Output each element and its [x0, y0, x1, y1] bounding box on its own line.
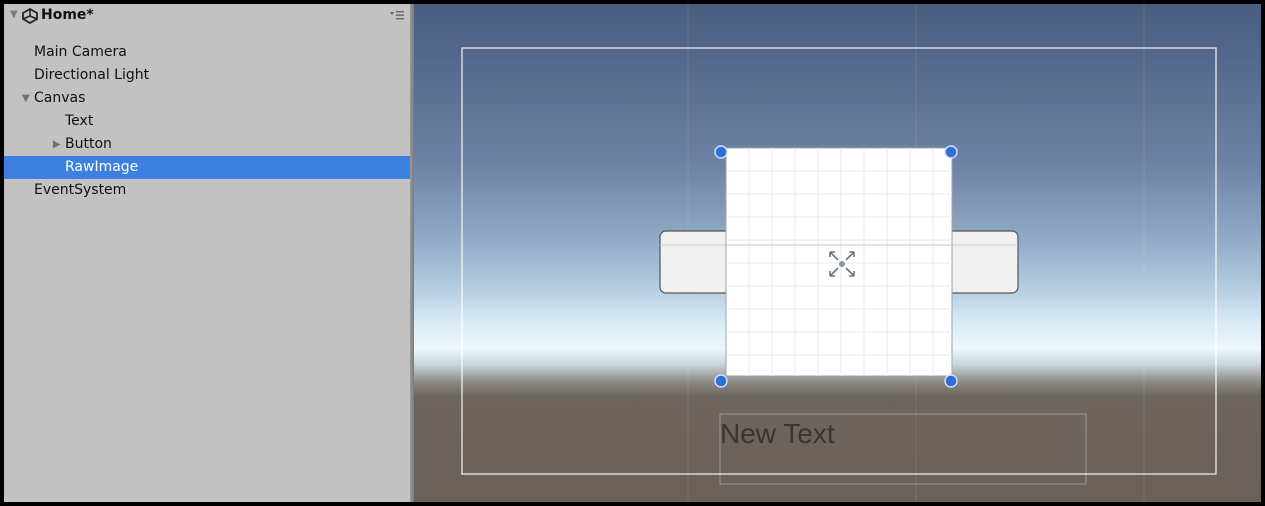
unity-scene-icon — [22, 7, 38, 25]
hierarchy-item-rawimage[interactable]: RawImage — [4, 156, 410, 179]
scene-canvas — [461, 4, 1217, 502]
handle-top-right — [944, 145, 958, 159]
expanded-arrow-icon[interactable]: ▼ — [22, 87, 30, 110]
hierarchy-panel: ▼ Home* Main Camera Directional Light ▼ … — [4, 4, 410, 502]
collapsed-arrow-icon[interactable]: ▶ — [53, 133, 61, 156]
scene-text-label: New Text — [720, 418, 835, 449]
scene-name: Home* — [41, 7, 94, 23]
dropdown-menu-icon[interactable] — [390, 9, 404, 21]
fold-arrow-icon[interactable]: ▼ — [10, 9, 18, 20]
hierarchy-item-eventsystem[interactable]: EventSystem — [4, 179, 410, 202]
scene-view[interactable]: New Text — [414, 4, 1261, 502]
handle-bottom-right — [944, 374, 958, 388]
item-label: RawImage — [65, 159, 139, 175]
item-label: EventSystem — [34, 182, 127, 198]
hierarchy-item-text[interactable]: Text — [4, 110, 410, 133]
scene-header[interactable]: ▼ Home* — [4, 4, 410, 28]
hierarchy-item-directional-light[interactable]: Directional Light — [4, 64, 410, 87]
item-label: Canvas — [34, 90, 86, 106]
rawimage-element[interactable] — [725, 147, 953, 377]
hierarchy-item-button[interactable]: ▶ Button — [4, 133, 410, 156]
item-label: Text — [65, 113, 94, 129]
hierarchy-item-canvas[interactable]: ▼ Canvas — [4, 87, 410, 110]
item-label: Main Camera — [34, 44, 127, 60]
handle-bottom-left — [714, 374, 728, 388]
item-label: Directional Light — [34, 67, 150, 83]
unity-editor: ▼ Home* Main Camera Directional Light ▼ … — [0, 0, 1265, 506]
handle-top-left — [714, 145, 728, 159]
hierarchy-item-main-camera[interactable]: Main Camera — [4, 41, 410, 64]
item-label: Button — [65, 136, 112, 152]
